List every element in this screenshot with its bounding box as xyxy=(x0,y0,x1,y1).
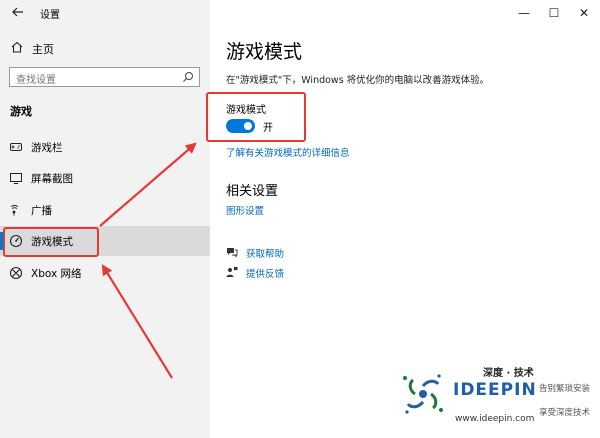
watermark-tagline: 深度 · 技术 xyxy=(483,368,534,379)
related-settings-title: 相关设置 xyxy=(226,184,279,199)
capture-icon xyxy=(10,173,22,184)
close-icon: ✕ xyxy=(578,6,590,20)
watermark: 深度 · 技术 IDEEPIN www.ideepin.com 告别繁琐安装 享… xyxy=(395,362,600,438)
ideepin-logo-icon xyxy=(403,374,443,414)
sidebar-item-label: 游戏栏 xyxy=(31,142,63,154)
graphics-settings-link[interactable]: 图形设置 xyxy=(226,203,264,217)
sidebar-item-game-bar[interactable]: 游戏栏 xyxy=(0,132,210,162)
home-icon xyxy=(11,41,23,53)
sidebar-item-captures[interactable]: 屏幕截图 xyxy=(0,163,210,193)
app-title: 设置 xyxy=(40,10,60,21)
page-description: 在"游戏模式"下，Windows 将优化你的电脑以改善游戏体验。 xyxy=(226,75,490,86)
section-title: 游戏 xyxy=(10,105,32,118)
sidebar-item-home[interactable]: 主页 xyxy=(0,36,210,60)
sidebar: 设置 主页 查找设置 游戏 游戏栏 屏幕截图 广播 游戏模式 Xbox 网络 xyxy=(0,0,210,438)
watermark-slogan-1: 告别繁琐安装 xyxy=(539,384,591,394)
maximize-button[interactable]: ☐ xyxy=(538,2,570,24)
maximize-icon: ☐ xyxy=(548,6,560,20)
feedback-icon xyxy=(226,267,238,277)
minimize-icon: — xyxy=(518,6,530,20)
feedback-link[interactable]: 提供反馈 xyxy=(246,266,284,280)
page-title: 游戏模式 xyxy=(226,41,303,63)
annotation-box-game-mode xyxy=(3,227,99,257)
help-chat-icon xyxy=(227,248,238,258)
sidebar-item-xbox-network[interactable]: Xbox 网络 xyxy=(0,258,210,288)
minimize-button[interactable]: — xyxy=(508,2,540,24)
back-arrow-icon[interactable] xyxy=(10,4,26,20)
watermark-site: www.ideepin.com xyxy=(455,414,535,424)
sidebar-item-broadcast[interactable]: 广播 xyxy=(0,195,210,225)
search-icon[interactable] xyxy=(182,71,194,83)
search-input[interactable]: 查找设置 xyxy=(9,67,200,87)
get-help-link[interactable]: 获取帮助 xyxy=(246,246,284,260)
sidebar-item-label: 屏幕截图 xyxy=(31,173,73,185)
sidebar-item-label: 主页 xyxy=(32,43,54,56)
title-bar: 设置 xyxy=(0,0,210,26)
xbox-icon xyxy=(9,266,23,280)
sidebar-item-label: 广播 xyxy=(31,205,52,217)
learn-more-link[interactable]: 了解有关游戏模式的详细信息 xyxy=(226,145,350,159)
game-bar-icon xyxy=(10,143,22,151)
watermark-brand: IDEEPIN xyxy=(453,380,537,400)
watermark-slogan-2: 享受深度技术 xyxy=(539,408,591,418)
annotation-box-toggle xyxy=(206,92,306,142)
broadcast-icon xyxy=(10,205,19,216)
sidebar-item-label: Xbox 网络 xyxy=(31,268,82,280)
search-placeholder: 查找设置 xyxy=(16,75,56,86)
close-button[interactable]: ✕ xyxy=(568,2,600,24)
